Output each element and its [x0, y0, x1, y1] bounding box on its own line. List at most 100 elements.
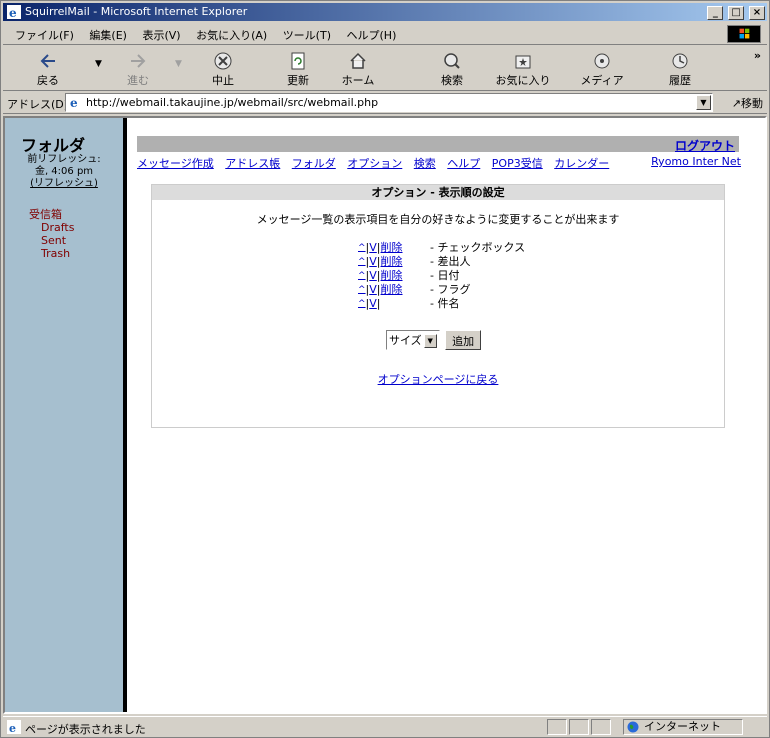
menu-bar: ファイル(F) 編集(E) 表示(V) お気に入り(A) ツール(T) ヘルプ(… [3, 23, 767, 45]
order-label: - 差出人 [430, 255, 471, 268]
refresh-icon [291, 52, 305, 70]
media-button[interactable]: メディア [573, 49, 631, 89]
move-up-link[interactable]: ^ [358, 285, 366, 295]
close-button[interactable]: × [749, 6, 765, 20]
nav-compose[interactable]: メッセージ作成 [137, 157, 214, 170]
move-down-link[interactable]: V [369, 241, 377, 254]
delete-link[interactable]: 削除 [381, 283, 403, 296]
history-icon [672, 53, 688, 69]
order-label: - フラグ [430, 283, 471, 296]
move-up-link[interactable]: ^ [358, 299, 366, 309]
toolbar-more-icon[interactable]: » [754, 49, 761, 62]
status-text: ページが表示されました [25, 723, 146, 736]
history-button[interactable]: 履歴 [651, 49, 709, 89]
status-bar: e ページが表示されました インターネット [3, 716, 767, 736]
refresh-info: 前リフレッシュ: 金, 4:06 pm (リフレッシュ) [5, 154, 123, 190]
back-button[interactable]: 戻る [19, 49, 77, 89]
nav-addresses[interactable]: アドレス帳 [225, 157, 280, 170]
options-description: メッセージ一覧の表示項目を自分の好きなように変更することが出来ます [256, 213, 620, 226]
order-row: ^|V| - 件名 [358, 297, 460, 310]
menu-edit[interactable]: 編集(E) [83, 23, 133, 43]
address-dropdown-icon[interactable]: ▼ [696, 95, 711, 110]
refresh-time: 金, 4:06 pm [34, 166, 94, 177]
media-icon [594, 53, 610, 69]
back-to-options-link[interactable]: オプションページに戻る [152, 371, 724, 387]
menu-help[interactable]: ヘルプ(H) [341, 23, 403, 43]
address-label: アドレス(D) [7, 98, 69, 111]
stop-button[interactable]: 中止 [194, 49, 252, 89]
order-label: - チェックボックス [430, 241, 526, 254]
add-column-form: サイズ ▼ 追加 [386, 330, 482, 350]
nav-options[interactable]: オプション [347, 157, 402, 170]
security-zone: インターネット [623, 719, 743, 735]
folder-trash[interactable]: Trash [29, 247, 74, 260]
refresh-label: 前リフレッシュ: [27, 154, 101, 165]
nav-help[interactable]: ヘルプ [447, 157, 480, 170]
move-down-link[interactable]: V [369, 269, 377, 282]
order-label: - 件名 [430, 297, 460, 310]
delete-link[interactable]: 削除 [381, 255, 403, 268]
status-pane [547, 719, 567, 735]
nav-pop3[interactable]: POP3受信 [492, 157, 543, 170]
menu-favorites[interactable]: お気に入り(A) [190, 23, 273, 43]
column-select[interactable]: サイズ ▼ [386, 330, 440, 350]
move-up-link[interactable]: ^ [358, 243, 366, 253]
search-button[interactable]: 検索 [423, 49, 481, 89]
svg-text:e: e [9, 6, 17, 19]
back-dropdown-icon[interactable]: ▼ [95, 59, 102, 69]
address-input[interactable]: e http://webmail.takaujine.jp/webmail/sr… [65, 93, 713, 112]
pane-divider[interactable] [123, 118, 127, 712]
window-controls: _ □ × [706, 5, 765, 20]
nav-calendar[interactable]: カレンダー [554, 157, 609, 170]
go-button[interactable]: ↗移動 [732, 95, 763, 111]
page-content: フォルダ 前リフレッシュ: 金, 4:06 pm (リフレッシュ) 受信箱 Dr… [3, 116, 767, 714]
order-row: ^|V|削除 - 日付 [358, 269, 460, 282]
order-row: ^|V|削除 - フラグ [358, 283, 471, 296]
delete-link[interactable]: 削除 [381, 269, 403, 282]
status-panes [547, 719, 613, 738]
menu-view[interactable]: 表示(V) [136, 23, 186, 43]
status-pane [569, 719, 589, 735]
folder-list: 受信箱 Drafts Sent Trash [29, 208, 74, 260]
folder-sent[interactable]: Sent [29, 234, 74, 247]
home-button[interactable]: ホーム [329, 49, 387, 89]
folder-pane: フォルダ 前リフレッシュ: 金, 4:06 pm (リフレッシュ) 受信箱 Dr… [5, 118, 123, 712]
order-list: ^|V|削除 - チェックボックス ^|V|削除 - 差出人 ^|V|削除 - 日付 … [358, 241, 525, 311]
toolbar: 戻る ▼ 進む ▼ 中止 更新 ホーム 検索 お気に入り メディア 履歴 » [3, 47, 767, 91]
minimize-button[interactable]: _ [707, 6, 724, 20]
menu-file[interactable]: ファイル(F) [9, 23, 80, 43]
add-button[interactable]: 追加 [445, 330, 482, 350]
top-bar: ログアウト [137, 136, 739, 154]
order-row: ^|V|削除 - チェックボックス [358, 241, 526, 254]
search-icon [444, 53, 460, 69]
nav-provider[interactable]: Ryomo Inter Net [651, 155, 741, 168]
windows-flag-icon [739, 28, 750, 39]
logout-link[interactable]: ログアウト [675, 137, 735, 154]
refresh-link[interactable]: (リフレッシュ) [5, 178, 123, 190]
move-up-link[interactable]: ^ [358, 271, 366, 281]
nav-folders[interactable]: フォルダ [292, 157, 336, 170]
maximize-button[interactable]: □ [728, 6, 745, 20]
forward-button[interactable]: 進む [109, 49, 167, 89]
main-pane: ログアウト メッセージ作成 アドレス帳 フォルダ オプション 検索 ヘルプ PO… [131, 118, 765, 712]
address-bar: アドレス(D) e http://webmail.takaujine.jp/we… [3, 92, 767, 114]
menu-tools[interactable]: ツール(T) [277, 23, 337, 43]
column-select-value: サイズ [389, 334, 422, 347]
folder-drafts[interactable]: Drafts [29, 221, 74, 234]
refresh-button[interactable]: 更新 [269, 49, 327, 89]
move-up-link[interactable]: ^ [358, 257, 366, 267]
page-icon: e [68, 95, 83, 110]
nav-search[interactable]: 検索 [414, 157, 436, 170]
windows-logo [727, 25, 761, 43]
favorites-icon [515, 55, 531, 69]
delete-link[interactable]: 削除 [381, 241, 403, 254]
forward-dropdown-icon[interactable]: ▼ [175, 59, 182, 69]
folder-inbox[interactable]: 受信箱 [29, 208, 74, 221]
move-down-link[interactable]: V [369, 283, 377, 296]
go-arrow-icon: ↗ [731, 97, 741, 110]
move-down-link[interactable]: V [369, 297, 377, 310]
favorites-button[interactable]: お気に入り [491, 49, 555, 89]
move-down-link[interactable]: V [369, 255, 377, 268]
folder-title: フォルダ [21, 136, 86, 155]
order-row: ^|V|削除 - 差出人 [358, 255, 471, 268]
